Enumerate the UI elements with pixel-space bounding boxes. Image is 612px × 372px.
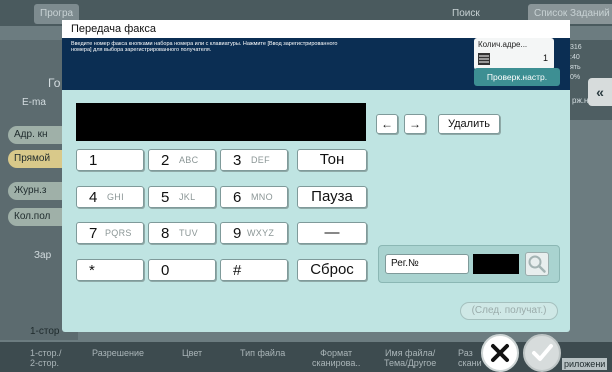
background-status-5: рж.н bbox=[572, 96, 589, 105]
background-status-1: 316 bbox=[570, 44, 582, 51]
background-status-3: ять bbox=[570, 64, 581, 71]
collapse-arrow-icon: « bbox=[588, 78, 612, 106]
key-digit: 4 bbox=[89, 189, 98, 206]
key-letters: ABC bbox=[179, 155, 199, 165]
key-5[interactable]: 5 JKL bbox=[148, 186, 216, 208]
destination-count-box: Колич.адре... 1 bbox=[474, 38, 554, 70]
key-letters: MNO bbox=[251, 192, 273, 202]
search-button[interactable] bbox=[525, 252, 549, 276]
cursor-left-button[interactable]: ← bbox=[376, 114, 398, 134]
key-letters: PQRS bbox=[105, 228, 132, 238]
registered-number-field[interactable] bbox=[473, 254, 519, 274]
pause-button[interactable]: Пауза bbox=[297, 186, 367, 208]
key-letters: TUV bbox=[179, 228, 198, 238]
registered-number-button[interactable]: Рег.№ bbox=[385, 254, 469, 274]
reset-button[interactable]: Сброс bbox=[297, 259, 367, 281]
cursor-right-button[interactable]: → bbox=[404, 114, 426, 134]
key-0[interactable]: 0 bbox=[148, 259, 216, 281]
key-digit: 9 bbox=[233, 225, 242, 242]
background-bottom-item-resolution: Разрешение bbox=[92, 348, 144, 358]
key-star[interactable]: * bbox=[76, 259, 144, 281]
ok-button[interactable] bbox=[523, 334, 561, 372]
background-bottom-item-duplex: 1-стор./ 2-стор. bbox=[30, 348, 62, 368]
dash-button[interactable]: — bbox=[297, 222, 367, 244]
background-bottom-item-file-name: Имя файла/ Тема/Другое bbox=[384, 348, 437, 368]
background-bottom-item-scan-size: Формат сканирова.. bbox=[312, 348, 361, 368]
close-button[interactable] bbox=[481, 334, 519, 372]
background-bottom-item-file-type: Тип файла bbox=[240, 348, 286, 358]
key-digit: 2 bbox=[161, 152, 170, 169]
fax-number-field[interactable] bbox=[76, 103, 366, 141]
key-digit: 8 bbox=[161, 225, 170, 242]
background-status-2: :40 bbox=[570, 54, 580, 61]
key-8[interactable]: 8 TUV bbox=[148, 222, 216, 244]
key-hash[interactable]: # bbox=[220, 259, 288, 281]
background-bottom-item-application: риложени bbox=[562, 358, 608, 370]
tone-button[interactable]: Тон bbox=[297, 149, 367, 171]
next-recipient-button[interactable]: (След. получат.) bbox=[460, 302, 558, 320]
key-letters: WXYZ bbox=[247, 228, 275, 238]
key-digit: 6 bbox=[233, 189, 242, 206]
background-job-label: Зар bbox=[34, 250, 52, 261]
search-icon bbox=[528, 255, 546, 273]
close-icon bbox=[491, 344, 509, 362]
key-digit: 1 bbox=[89, 152, 98, 169]
key-digit: 0 bbox=[161, 262, 170, 279]
key-digit: * bbox=[89, 262, 95, 279]
checkmark-icon bbox=[532, 344, 553, 361]
key-3[interactable]: 3 DEF bbox=[220, 149, 288, 171]
destination-count-value: 1 bbox=[542, 53, 548, 63]
instructions-text: Введите номер факса кнопками набора номе… bbox=[71, 41, 338, 53]
key-1[interactable]: 1 bbox=[76, 149, 144, 171]
registered-number-panel: Рег.№ bbox=[378, 245, 560, 283]
key-letters: JKL bbox=[179, 192, 196, 202]
delete-button[interactable]: Удалить bbox=[438, 114, 500, 134]
key-9[interactable]: 9 WXYZ bbox=[220, 222, 288, 244]
background-title: Го bbox=[48, 76, 61, 90]
background-page-tab: 1-стор bbox=[30, 326, 60, 337]
key-4[interactable]: 4 GHI bbox=[76, 186, 144, 208]
background-status-4: 0% bbox=[570, 74, 581, 81]
key-digit: # bbox=[233, 262, 242, 279]
key-letters: DEF bbox=[251, 155, 270, 165]
background-bottom-item-separate-scan: Раз скани bbox=[458, 348, 482, 368]
key-letters: GHI bbox=[107, 192, 124, 202]
key-6[interactable]: 6 MNO bbox=[220, 186, 288, 208]
key-digit: 7 bbox=[89, 225, 98, 242]
check-settings-button[interactable]: Проверк.настр. bbox=[474, 68, 560, 86]
fax-transmission-dialog: Передача факса Введите номер факса кнопк… bbox=[62, 20, 570, 332]
key-7[interactable]: 7 PQRS bbox=[76, 222, 144, 244]
destination-count-label: Колич.адре... bbox=[478, 40, 528, 49]
dialog-title: Передача факса bbox=[62, 20, 570, 38]
background-bottom-item-color: Цвет bbox=[182, 348, 203, 358]
key-digit: 5 bbox=[161, 189, 170, 206]
background-email-label: E-ma bbox=[22, 97, 46, 108]
key-2[interactable]: 2 ABC bbox=[148, 149, 216, 171]
list-icon bbox=[478, 53, 490, 65]
key-digit: 3 bbox=[233, 152, 242, 169]
dialog-header: Введите номер факса кнопками набора номе… bbox=[62, 38, 570, 90]
